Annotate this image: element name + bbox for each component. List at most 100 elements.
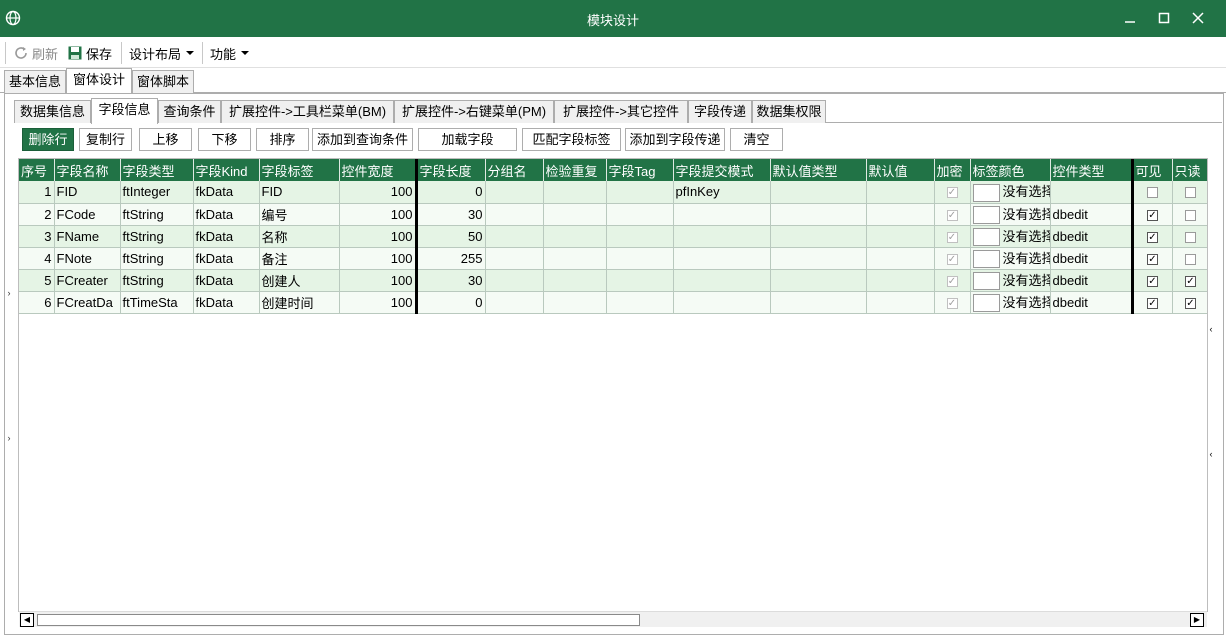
move-down-button[interactable]: 下移 <box>198 128 251 151</box>
visible-checkbox[interactable]: ✓ <box>1147 275 1158 287</box>
cell-control-width[interactable]: 100 <box>339 291 418 314</box>
cell-field-type[interactable]: ftString <box>120 203 194 226</box>
cell-field-type[interactable]: ftInteger <box>120 181 194 204</box>
field-grid[interactable]: 序号 字段名称 字段类型 字段Kind 字段标签 控件宽度 字段长度 分组名 检… <box>18 158 1208 612</box>
cell-readonly[interactable]: ✓ <box>1172 291 1207 314</box>
column-header[interactable]: 标签颜色 <box>970 159 1051 181</box>
cell-visible[interactable]: ✓ <box>1132 203 1173 226</box>
cell-field-kind[interactable]: fkData <box>193 203 260 226</box>
cell-submit-mode[interactable]: pfInKey <box>673 181 771 204</box>
cell-row-number[interactable]: 6 <box>19 291 55 314</box>
cell-encrypt[interactable]: ✓ <box>934 269 971 292</box>
cell-group-name[interactable] <box>485 247 544 270</box>
cell-field-name[interactable]: FNote <box>54 247 121 270</box>
cell-control-type[interactable]: dbedit <box>1050 291 1134 314</box>
cell-field-kind[interactable]: fkData <box>193 291 260 314</box>
cell-field-type[interactable]: ftString <box>120 225 194 248</box>
cell-default-value[interactable] <box>866 181 935 204</box>
encrypt-checkbox[interactable]: ✓ <box>946 253 958 265</box>
cell-default-type[interactable] <box>770 203 867 226</box>
add-to-query-button[interactable]: 添加到查询条件 <box>312 128 413 151</box>
cell-field-name[interactable]: FName <box>54 225 121 248</box>
column-header[interactable]: 可见 <box>1132 159 1173 181</box>
cell-control-type[interactable]: dbedit <box>1050 247 1134 270</box>
cell-row-number[interactable]: 5 <box>19 269 55 292</box>
cell-label-color[interactable]: 没有选择 <box>970 225 1051 248</box>
cell-field-name[interactable]: FID <box>54 181 121 204</box>
tab-dataset-info[interactable]: 数据集信息 <box>14 100 91 123</box>
cell-field-length[interactable]: 30 <box>416 269 486 292</box>
readonly-checkbox[interactable] <box>1185 187 1196 199</box>
cell-row-number[interactable]: 1 <box>19 181 55 204</box>
cell-default-value[interactable] <box>866 203 935 226</box>
cell-readonly[interactable] <box>1172 247 1207 270</box>
cell-control-type[interactable]: dbedit <box>1050 203 1134 226</box>
refresh-button[interactable]: 刷新 <box>13 44 58 62</box>
column-header[interactable]: 字段类型 <box>120 159 194 181</box>
cell-submit-mode[interactable] <box>673 203 771 226</box>
cell-row-number[interactable]: 2 <box>19 203 55 226</box>
readonly-checkbox[interactable] <box>1185 209 1196 221</box>
cell-check-duplicate[interactable] <box>543 225 607 248</box>
cell-encrypt[interactable]: ✓ <box>934 247 971 270</box>
cell-field-tag[interactable] <box>606 269 674 292</box>
cell-visible[interactable]: ✓ <box>1132 225 1173 248</box>
cell-label-color[interactable]: 没有选择 <box>970 181 1051 204</box>
encrypt-checkbox[interactable]: ✓ <box>946 275 958 287</box>
cell-encrypt[interactable]: ✓ <box>934 291 971 314</box>
cell-default-type[interactable] <box>770 181 867 204</box>
visible-checkbox[interactable] <box>1147 187 1158 199</box>
cell-control-width[interactable]: 100 <box>339 247 418 270</box>
scroll-left-arrow-icon[interactable]: ‹ <box>1206 447 1216 461</box>
readonly-checkbox[interactable]: ✓ <box>1185 275 1196 287</box>
cell-field-length[interactable]: 0 <box>416 291 486 314</box>
color-swatch[interactable] <box>972 250 1000 268</box>
cell-group-name[interactable] <box>485 181 544 204</box>
cell-field-tag[interactable] <box>606 225 674 248</box>
cell-encrypt[interactable]: ✓ <box>934 225 971 248</box>
cell-field-length[interactable]: 50 <box>416 225 486 248</box>
cell-visible[interactable]: ✓ <box>1132 269 1173 292</box>
cell-default-value[interactable] <box>866 269 935 292</box>
cell-field-length[interactable]: 255 <box>416 247 486 270</box>
splitter-arrow-icon[interactable]: › <box>4 287 14 299</box>
column-header[interactable]: 只读 <box>1172 159 1207 181</box>
cell-encrypt[interactable]: ✓ <box>934 181 971 204</box>
cell-submit-mode[interactable] <box>673 291 771 314</box>
visible-checkbox[interactable]: ✓ <box>1147 231 1158 243</box>
cell-label-color[interactable]: 没有选择 <box>970 291 1051 314</box>
horizontal-scrollbar[interactable]: ◀ ▶ <box>19 611 1207 627</box>
color-swatch[interactable] <box>972 228 1000 246</box>
cell-submit-mode[interactable] <box>673 269 771 292</box>
column-header[interactable]: 加密 <box>934 159 971 181</box>
cell-encrypt[interactable]: ✓ <box>934 203 971 226</box>
visible-checkbox[interactable]: ✓ <box>1147 253 1158 265</box>
cell-visible[interactable] <box>1132 181 1173 204</box>
cell-field-label[interactable]: 创建人 <box>259 269 340 292</box>
cell-field-tag[interactable] <box>606 291 674 314</box>
column-header[interactable]: 分组名 <box>485 159 544 181</box>
cell-field-label[interactable]: 创建时间 <box>259 291 340 314</box>
cell-default-type[interactable] <box>770 225 867 248</box>
layout-menu-button[interactable]: 设计布局 <box>129 44 198 62</box>
tab-form-design[interactable]: 窗体设计 <box>66 68 132 94</box>
cell-submit-mode[interactable] <box>673 225 771 248</box>
cell-check-duplicate[interactable] <box>543 247 607 270</box>
encrypt-checkbox[interactable]: ✓ <box>946 209 958 221</box>
splitter-arrow-icon[interactable]: › <box>4 432 14 444</box>
column-header[interactable]: 字段名称 <box>54 159 121 181</box>
column-header[interactable]: 控件类型 <box>1050 159 1134 181</box>
column-header[interactable]: 控件宽度 <box>339 159 418 181</box>
cell-field-type[interactable]: ftString <box>120 247 194 270</box>
cell-default-value[interactable] <box>866 291 935 314</box>
cell-label-color[interactable]: 没有选择 <box>970 203 1051 226</box>
color-swatch[interactable] <box>972 294 1000 312</box>
encrypt-checkbox[interactable]: ✓ <box>946 187 958 199</box>
cell-visible[interactable]: ✓ <box>1132 291 1173 314</box>
copy-row-button[interactable]: 复制行 <box>79 128 132 151</box>
cell-readonly[interactable] <box>1172 225 1207 248</box>
save-button[interactable]: 保存 <box>67 44 112 62</box>
maximize-icon[interactable] <box>1152 6 1176 30</box>
color-swatch[interactable] <box>972 184 1000 202</box>
cell-submit-mode[interactable] <box>673 247 771 270</box>
